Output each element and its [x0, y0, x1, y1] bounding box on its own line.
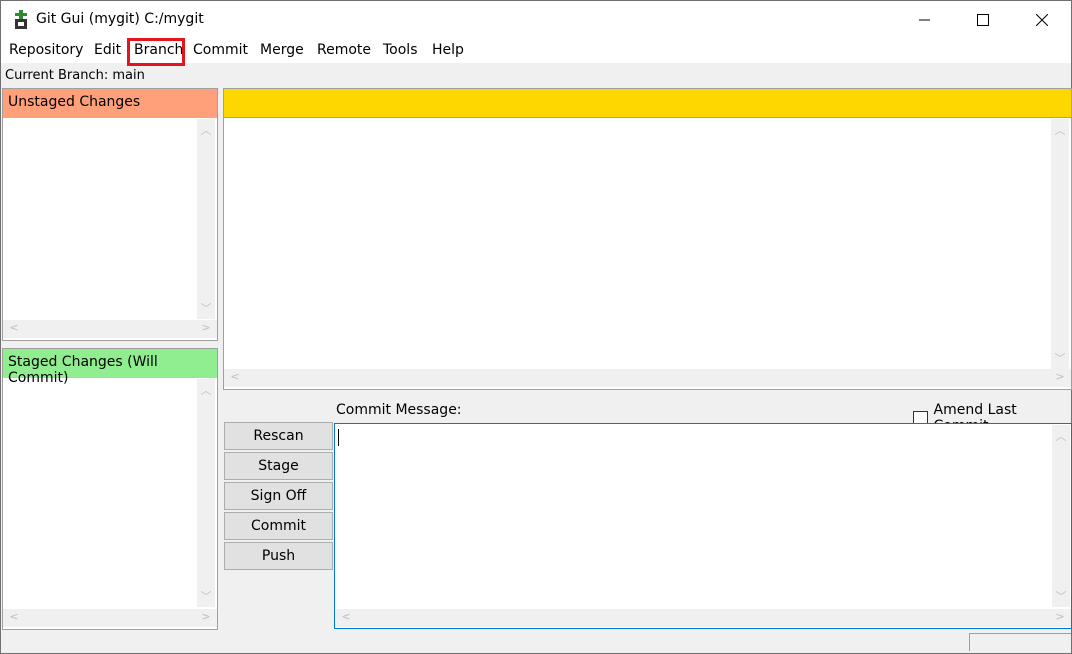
commit-message-input[interactable]: ︿ ﹀ < >	[334, 423, 1072, 629]
push-button[interactable]: Push	[224, 542, 333, 570]
scroll-up-icon[interactable]: ︿	[1052, 428, 1070, 444]
stage-changed-button[interactable]: Stage Changed	[224, 452, 333, 500]
staged-vertical-scrollbar[interactable]: ︿ ﹀	[197, 379, 215, 607]
staged-changes-panel: Staged Changes (Will Commit) ︿ ﹀ < >	[2, 348, 218, 630]
scroll-down-icon[interactable]: ﹀	[1051, 350, 1069, 366]
menu-commit[interactable]: Commit	[193, 42, 248, 58]
menu-merge[interactable]: Merge	[260, 42, 304, 58]
title-bar: Git Gui (mygit) C:/mygit	[1, 1, 1071, 39]
scroll-left-icon[interactable]: <	[5, 321, 23, 334]
scroll-down-icon[interactable]: ﹀	[197, 300, 215, 316]
unstaged-horizontal-scrollbar[interactable]: < >	[3, 320, 217, 338]
unstaged-changes-header: Unstaged Changes	[3, 89, 217, 118]
menu-repository[interactable]: Repository	[9, 42, 83, 58]
menu-remote[interactable]: Remote	[317, 42, 371, 58]
scroll-right-icon[interactable]: >	[197, 610, 215, 623]
scroll-down-icon[interactable]: ﹀	[1052, 588, 1070, 604]
git-gui-app-icon	[15, 10, 27, 29]
diff-horizontal-scrollbar[interactable]: < >	[224, 369, 1071, 387]
commit-horizontal-scrollbar[interactable]: < >	[335, 609, 1071, 627]
branch-menu-highlight	[127, 38, 185, 66]
maximize-button[interactable]	[954, 1, 1012, 39]
scroll-up-icon[interactable]: ︿	[1051, 122, 1069, 138]
scroll-right-icon[interactable]: >	[1051, 370, 1069, 383]
rescan-button[interactable]: Rescan	[224, 422, 333, 450]
minimize-button[interactable]	[896, 1, 954, 39]
staged-changes-header: Staged Changes (Will Commit)	[3, 349, 217, 386]
scroll-down-icon[interactable]: ﹀	[197, 588, 215, 604]
staged-horizontal-scrollbar[interactable]: < >	[3, 609, 217, 627]
commit-vertical-scrollbar[interactable]: ︿ ﹀	[1052, 425, 1070, 607]
unstaged-changes-panel: Unstaged Changes ︿ ﹀ < >	[2, 88, 218, 341]
scroll-right-icon[interactable]: >	[1051, 610, 1069, 623]
close-button[interactable]	[1013, 1, 1071, 39]
unstaged-vertical-scrollbar[interactable]: ︿ ﹀	[197, 119, 215, 319]
scroll-up-icon[interactable]: ︿	[197, 122, 215, 138]
text-caret	[338, 429, 339, 446]
scroll-left-icon[interactable]: <	[337, 610, 355, 623]
scroll-up-icon[interactable]: ︿	[197, 382, 215, 398]
maximize-icon	[977, 14, 989, 26]
sign-off-button[interactable]: Sign Off	[224, 482, 333, 510]
scroll-left-icon[interactable]: <	[5, 610, 23, 623]
diff-panel: ︿ ﹀ < >	[223, 88, 1072, 390]
diff-header	[224, 89, 1071, 118]
scroll-right-icon[interactable]: >	[197, 321, 215, 334]
commit-message-label: Commit Message:	[336, 402, 462, 418]
scroll-left-icon[interactable]: <	[226, 370, 244, 383]
status-bar-field	[969, 633, 1071, 651]
menu-edit[interactable]: Edit	[94, 42, 121, 58]
menu-tools[interactable]: Tools	[383, 42, 418, 58]
menu-help[interactable]: Help	[432, 42, 464, 58]
commit-button[interactable]: Commit	[224, 512, 333, 540]
close-icon	[1036, 14, 1048, 26]
window-title: Git Gui (mygit) C:/mygit	[36, 11, 204, 27]
minimize-icon	[919, 19, 930, 21]
current-branch-label: Current Branch: main	[5, 68, 145, 83]
git-gui-window: Git Gui (mygit) C:/mygit Repository Edit…	[0, 0, 1072, 654]
diff-vertical-scrollbar[interactable]: ︿ ﹀	[1051, 119, 1069, 369]
